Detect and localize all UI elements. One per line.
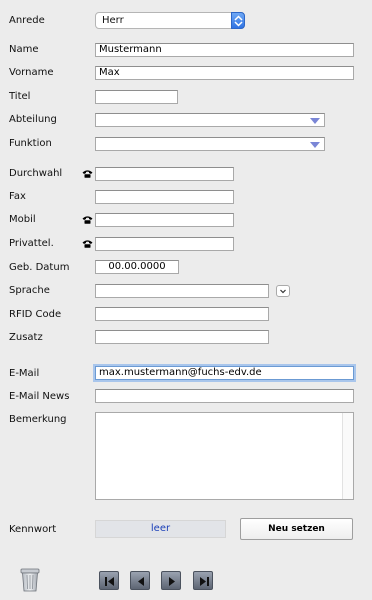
privattel-field[interactable] bbox=[95, 237, 234, 251]
name-label: Name bbox=[9, 44, 39, 55]
rfid-code-field[interactable] bbox=[95, 307, 269, 321]
email-news-label: E-Mail News bbox=[9, 391, 70, 402]
trash-icon[interactable] bbox=[20, 568, 40, 592]
vorname-label: Vorname bbox=[9, 67, 54, 78]
phone-icon[interactable] bbox=[82, 169, 93, 178]
geb-datum-label: Geb. Datum bbox=[9, 262, 70, 273]
dropdown-arrow-icon bbox=[310, 118, 320, 124]
next-record-icon bbox=[169, 577, 175, 586]
titel-label: Titel bbox=[9, 91, 31, 102]
next-record-button[interactable] bbox=[161, 571, 181, 590]
email-news-field[interactable] bbox=[95, 389, 354, 403]
first-record-button[interactable] bbox=[99, 571, 119, 590]
funktion-dropdown[interactable] bbox=[95, 137, 325, 151]
geb-datum-field[interactable]: 00.00.0000 bbox=[95, 260, 179, 274]
fax-field[interactable] bbox=[95, 190, 234, 204]
stepper-arrows-icon bbox=[231, 12, 245, 29]
durchwahl-label: Durchwahl bbox=[9, 168, 63, 179]
fax-label: Fax bbox=[9, 191, 26, 202]
mobil-field[interactable] bbox=[95, 213, 234, 227]
privattel-label: Privattel. bbox=[9, 238, 54, 249]
email-label: E-Mail bbox=[9, 368, 40, 379]
zusatz-label: Zusatz bbox=[9, 332, 43, 343]
sprache-field[interactable] bbox=[95, 284, 269, 298]
previous-record-button[interactable] bbox=[130, 571, 150, 590]
bemerkung-textarea[interactable] bbox=[95, 412, 354, 500]
last-record-button[interactable] bbox=[193, 571, 213, 590]
anrede-label: Anrede bbox=[9, 15, 45, 26]
previous-record-icon bbox=[138, 577, 144, 586]
phone-icon[interactable] bbox=[82, 215, 93, 224]
name-field[interactable]: Mustermann bbox=[95, 43, 354, 57]
dropdown-arrow-icon bbox=[310, 142, 320, 148]
bemerkung-scrollbar[interactable] bbox=[342, 413, 353, 499]
rfid-code-label: RFID Code bbox=[9, 309, 62, 320]
mobil-label: Mobil bbox=[9, 214, 36, 225]
abteilung-label: Abteilung bbox=[9, 114, 57, 125]
last-record-icon bbox=[200, 577, 209, 586]
anrede-value: Herr bbox=[102, 15, 124, 26]
durchwahl-field[interactable] bbox=[95, 167, 234, 181]
zusatz-field[interactable] bbox=[95, 330, 269, 344]
titel-field[interactable] bbox=[95, 90, 178, 104]
anrede-select[interactable]: Herr bbox=[95, 12, 245, 29]
sprache-label: Sprache bbox=[9, 285, 50, 296]
kennwort-label: Kennwort bbox=[9, 524, 57, 535]
sprache-dropdown-button[interactable] bbox=[276, 285, 290, 297]
bemerkung-label: Bemerkung bbox=[9, 414, 67, 425]
neu-setzen-button[interactable]: Neu setzen bbox=[240, 518, 353, 540]
first-record-icon bbox=[105, 577, 114, 586]
vorname-field[interactable]: Max bbox=[95, 66, 354, 80]
funktion-label: Funktion bbox=[9, 138, 52, 149]
email-field[interactable]: max.mustermann@fuchs-edv.de bbox=[95, 366, 354, 380]
phone-icon[interactable] bbox=[82, 239, 93, 248]
abteilung-dropdown[interactable] bbox=[95, 113, 325, 127]
chevron-down-icon bbox=[280, 289, 286, 294]
kennwort-status: leer bbox=[95, 520, 226, 538]
